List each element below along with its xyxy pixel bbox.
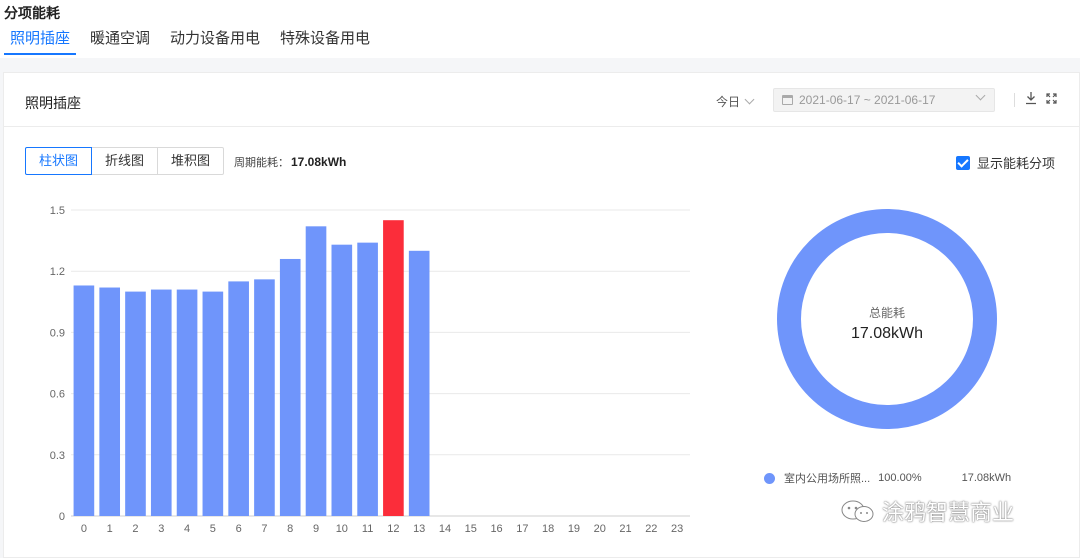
checkbox-checked-icon[interactable] <box>956 155 970 170</box>
x-tick-label: 2 <box>132 523 138 535</box>
y-tick-label: 0.3 <box>50 450 65 462</box>
x-tick-label: 16 <box>490 523 502 535</box>
x-tick-label: 15 <box>465 523 477 535</box>
tab-lighting-sockets[interactable]: 照明插座 <box>0 27 80 58</box>
show-breakdown-label: 显示能耗分项 <box>977 156 1056 171</box>
tab-hvac[interactable]: 暖通空调 <box>80 27 160 58</box>
divider <box>1014 93 1015 107</box>
watermark-text: 涂鸦智慧商业 <box>882 500 1015 525</box>
fullscreen-icon[interactable] <box>1046 93 1057 104</box>
x-tick-label: 3 <box>158 523 164 535</box>
x-tick-label: 1 <box>107 523 113 535</box>
legend-name: 室内公用场所照... <box>784 473 871 485</box>
bar-hour-3[interactable] <box>150 289 172 516</box>
stacked-chart-button[interactable]: 堆积图 <box>157 147 225 175</box>
x-tick-label: 22 <box>645 523 657 535</box>
donut-center-label: 总能耗 <box>868 306 905 320</box>
wechat-icon <box>841 500 874 522</box>
bar-hour-7[interactable] <box>254 279 275 516</box>
bar-hour-4[interactable] <box>176 289 198 516</box>
x-tick-label: 19 <box>568 523 580 535</box>
show-breakdown-toggle[interactable]: 显示能耗分项 <box>956 153 1055 172</box>
bar-hour-9[interactable] <box>305 226 327 516</box>
y-tick-label: 0.9 <box>50 327 65 339</box>
donut-center-value: 17.08kWh <box>850 325 924 342</box>
y-tick-label: 0.6 <box>50 389 65 401</box>
category-tabs: 照明插座 暖通空调 动力设备用电 特殊设备用电 <box>0 27 380 58</box>
x-tick-label: 10 <box>336 523 348 535</box>
hourly-bar-chart: 00.30.60.91.21.50 1 2 3 4 5 6 7 8 9 10 11 12 13 14 15 16… <box>50 205 690 535</box>
bar-hour-5[interactable] <box>202 291 224 516</box>
card-title: 照明插座 <box>25 95 81 111</box>
donut-legend-item[interactable]: 室内公用场所照... 100.00% 17.08kWh <box>764 470 1011 486</box>
bar-hour-1[interactable] <box>99 287 121 516</box>
chevron-down-icon <box>975 90 986 101</box>
line-chart-button[interactable]: 折线图 <box>91 147 159 175</box>
x-tick-label: 14 <box>439 523 451 535</box>
top-bar: 分项能耗 照明插座 暖通空调 动力设备用电 特殊设备用电 <box>0 0 1080 58</box>
legend-value: 17.08kWh <box>961 472 1012 484</box>
energy-card: 照明插座 今日 2021-06-17 ~ 2021-06-17 柱状图 折线图 … <box>3 72 1080 558</box>
period-label: 今日 <box>716 95 741 109</box>
x-tick-label: 13 <box>413 523 425 535</box>
calendar-icon <box>782 95 793 105</box>
period-energy-label: 周期能耗： <box>234 157 289 169</box>
chart-type-switch: 柱状图 折线图 堆积图 <box>25 147 225 175</box>
bar-chart-button[interactable]: 柱状图 <box>25 147 93 175</box>
bar-hour-12[interactable] <box>383 220 404 516</box>
period-energy-value: 17.08kWh <box>291 155 347 169</box>
watermark: 涂鸦智慧商业 <box>840 495 1014 527</box>
x-tick-label: 8 <box>287 523 293 535</box>
chevron-down-icon <box>744 94 755 105</box>
x-tick-label: 23 <box>671 523 683 535</box>
card-header: 照明插座 今日 2021-06-17 ~ 2021-06-17 <box>4 73 1079 127</box>
x-tick-label: 20 <box>594 523 606 535</box>
x-tick-label: 5 <box>210 523 216 535</box>
tab-special-equipment[interactable]: 特殊设备用电 <box>270 27 380 58</box>
bar-hour-11[interactable] <box>357 242 378 516</box>
x-tick-label: 4 <box>184 523 190 535</box>
page-title: 分项能耗 <box>4 5 60 21</box>
bar-hour-10[interactable] <box>331 244 353 516</box>
bar-hour-8[interactable] <box>279 258 301 516</box>
y-tick-label: 1.2 <box>50 266 65 278</box>
bar-hour-0[interactable] <box>73 285 95 516</box>
x-tick-label: 21 <box>619 523 631 535</box>
tab-power-equipment[interactable]: 动力设备用电 <box>160 27 270 58</box>
x-tick-label: 7 <box>261 523 267 535</box>
bar-hour-6[interactable] <box>228 281 249 516</box>
download-icon[interactable] <box>1025 91 1037 105</box>
x-tick-label: 17 <box>516 523 528 535</box>
x-tick-label: 9 <box>313 523 319 535</box>
legend-percent: 100.00% <box>878 472 922 484</box>
y-tick-label: 0 <box>59 511 65 523</box>
date-range-picker[interactable]: 2021-06-17 ~ 2021-06-17 <box>773 88 995 112</box>
x-tick-label: 18 <box>542 523 554 535</box>
x-tick-label: 6 <box>236 523 242 535</box>
y-tick-label: 1.5 <box>50 205 65 217</box>
x-tick-label: 0 <box>81 523 87 535</box>
date-range-text: 2021-06-17 ~ 2021-06-17 <box>799 93 936 107</box>
x-tick-label: 12 <box>387 523 399 535</box>
period-energy: 周期能耗： 17.08kWh <box>234 154 346 170</box>
x-tick-label: 11 <box>362 523 373 535</box>
bar-hour-13[interactable] <box>408 250 430 517</box>
legend-dot <box>764 472 775 484</box>
period-select[interactable]: 今日 <box>716 93 755 110</box>
bar-hour-2[interactable] <box>125 291 146 516</box>
